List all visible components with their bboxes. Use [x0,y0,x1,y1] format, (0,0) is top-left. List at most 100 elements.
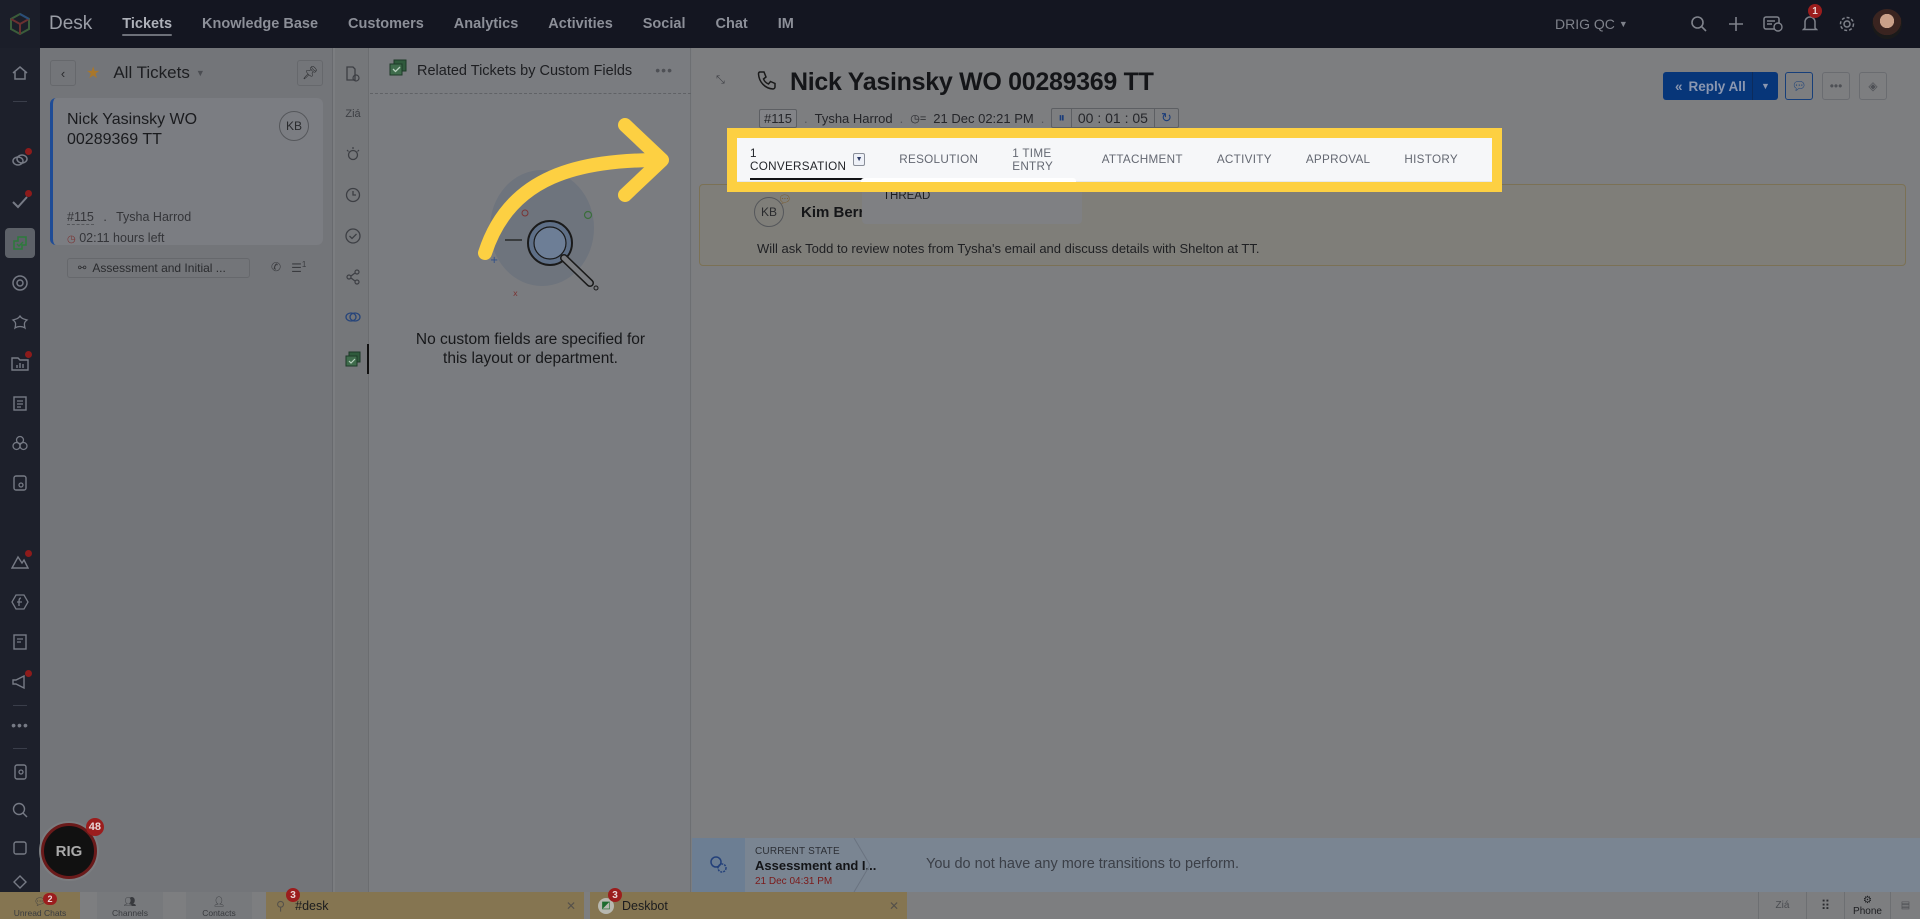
megaphone-icon[interactable] [8,670,32,694]
search-user-icon[interactable] [8,798,32,822]
pause-icon[interactable]: ⏸︎ [1052,109,1072,127]
history-icon[interactable] [343,185,363,205]
share-icon[interactable] [343,267,363,287]
nav-social[interactable]: Social [643,0,686,48]
nav-chat[interactable]: Chat [715,0,747,48]
nav-analytics[interactable]: Analytics [454,0,518,48]
nav-activities[interactable]: Activities [548,0,612,48]
org-name: DRIG QC [1555,16,1615,32]
tab-attachment[interactable]: ATTACHMENT [1102,138,1183,182]
workflow-bar: CURRENT STATE Assessment and I... 21 Dec… [692,838,1920,892]
ticket-due-date[interactable]: 21 Dec 02:21 PM [933,111,1033,126]
collapse-icon[interactable]: ⤡ [716,74,725,87]
close-icon[interactable]: ✕ [889,899,899,913]
more-options-icon[interactable]: ••• [655,62,673,78]
zia-icon[interactable]: Ziá [1758,892,1806,919]
tickets-icon[interactable] [5,228,35,258]
notes-icon[interactable] [8,391,32,415]
bulb-icon[interactable] [343,145,363,165]
empty-search-illustration: + x [490,170,599,298]
star-icon[interactable]: ★ [86,63,100,83]
view-title[interactable]: All Tickets [113,63,190,83]
assignee-avatar: KB [279,111,309,141]
unread-chats-tab[interactable]: 💬︎ 2 Unread Chats [0,892,80,919]
check-circle-icon[interactable] [343,226,363,246]
flower-icon[interactable] [8,311,32,335]
conversation-filter-dropdown[interactable]: ▼ [853,153,866,166]
ticket-contact[interactable]: Tysha Harrod [116,210,191,224]
due-text: 02:11 hours left [79,231,165,245]
drig-logo: RIG [55,842,83,860]
more-icon: ••• [1829,79,1843,93]
nav-knowledge-base[interactable]: Knowledge Base [202,0,318,48]
ticket-title[interactable]: Nick Yasinsky WO 00289369 TT [790,68,1154,97]
reply-options-dropdown[interactable]: ▼ [1753,81,1778,91]
home-icon[interactable] [8,61,32,85]
reset-icon[interactable]: ↻ [1153,109,1178,127]
tab-conversation[interactable]: 1 CONVERSATION ▼ [750,138,866,182]
chevron-down-icon[interactable]: ▼ [196,68,205,78]
plus-icon[interactable] [1717,0,1754,48]
tab-approval[interactable]: APPROVAL [1306,138,1371,182]
org-switcher[interactable]: DRIG QC ▼ [1555,0,1628,48]
contact-settings-icon[interactable] [343,64,363,84]
ticket-number[interactable]: #115 [759,108,797,128]
tab-history[interactable]: HISTORY [1404,138,1458,182]
nav-customers[interactable]: Customers [348,0,424,48]
zia-icon[interactable]: Ziá [343,104,363,124]
link-icon[interactable] [343,307,363,327]
wallet-icon[interactable] [8,836,32,860]
notes-icon[interactable]: ▤ [1890,892,1920,919]
tab-activity[interactable]: ACTIVITY [1217,138,1272,182]
dialpad-icon[interactable]: ⠿ [1806,892,1844,919]
tab-time-entry[interactable]: 1 TIME ENTRY [1012,138,1067,182]
back-button[interactable]: ‹ [50,60,76,86]
mention-icon[interactable] [8,271,32,295]
cubes-icon[interactable] [8,431,32,455]
reply-all-button[interactable]: « Reply All ▼ [1663,72,1778,100]
active-tool-indicator [367,344,369,374]
check-icon[interactable] [8,190,32,214]
nav-tickets[interactable]: Tickets [122,0,172,48]
document-icon[interactable] [8,630,32,654]
phone-settings-button[interactable]: ⚙ Phone [1844,892,1890,919]
link-icon[interactable] [8,148,32,172]
search-icon[interactable] [1680,0,1717,48]
related-tickets-icon[interactable] [343,349,363,369]
layers-button[interactable]: ◈ [1859,72,1887,100]
more-icon[interactable]: ••• [8,713,32,737]
ticket-card[interactable]: Nick Yasinsky WO 00289369 TT KB #115 . T… [50,98,323,278]
bell-icon[interactable]: 1 [1791,0,1828,48]
svg-text:x: x [513,289,518,298]
org-chart-icon: ⚲ [276,899,286,913]
chat-tab-desk[interactable]: ⚲ 3 #desk ✕ [266,888,584,919]
mountain-icon[interactable] [8,550,32,574]
folder-chart-icon[interactable] [8,351,32,375]
close-icon[interactable]: ✕ [566,899,576,913]
ticket-alert-icon[interactable] [1754,0,1791,48]
tab-resolution[interactable]: RESOLUTION [899,138,978,182]
chat-tab-deskbot[interactable]: ◩ 3 Deskbot ✕ [590,888,907,919]
contacts-book-icon[interactable] [8,760,32,784]
contacts-tab[interactable]: 👤︎ Contacts [186,892,252,919]
comment-button[interactable]: 💬︎ [1785,72,1813,100]
layers-icon: ◈ [1868,79,1878,93]
top-navigation-bar: Desk Tickets Knowledge Base Customers An… [0,0,1920,48]
tag-icon[interactable] [8,870,32,894]
function-icon[interactable] [8,590,32,614]
more-actions-button[interactable]: ••• [1822,72,1850,100]
board-icon[interactable] [8,471,32,495]
desk-logo[interactable] [0,0,40,48]
person-icon: 👤︎ [212,897,226,908]
conversation-author[interactable]: Kim Berr [801,204,864,221]
channels-tab[interactable]: 👥︎ Channels [97,892,163,919]
nav-im[interactable]: IM [778,0,794,48]
ticket-status-chip[interactable]: ⚯ Assessment and Initial ... [67,258,250,278]
pin-button[interactable]: 📌︎ [297,60,323,86]
user-avatar[interactable] [1872,9,1902,39]
ticket-card-title[interactable]: Nick Yasinsky WO 00289369 TT [67,110,272,150]
ticket-number[interactable]: #115 [67,210,94,225]
drig-chat-launcher[interactable]: RIG 48 [41,818,104,879]
ticket-contact[interactable]: Tysha Harrod [815,111,893,126]
gear-icon[interactable] [1828,0,1865,48]
